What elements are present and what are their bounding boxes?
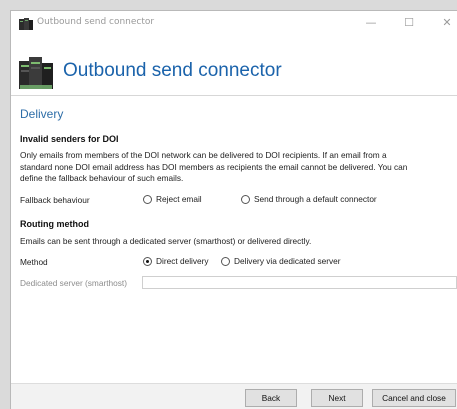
description-line: standard none DOI email address has DOI … [20, 161, 408, 172]
smarthost-label: Dedicated server (smarthost) [20, 278, 127, 288]
radio-indicator [221, 256, 230, 266]
method-label: Method [20, 257, 48, 267]
radio-indicator [241, 194, 250, 204]
connector-window: Outbound send connector — ☐ ✕ Outbound s… [10, 10, 457, 409]
invalid-senders-heading: Invalid senders for DOI [20, 134, 119, 144]
title-bar[interactable]: Outbound send connector — ☐ ✕ [11, 11, 457, 37]
window-title: Outbound send connector [37, 17, 155, 27]
section-title: Delivery [20, 107, 64, 121]
back-button[interactable]: Back [245, 389, 297, 407]
close-icon[interactable]: ✕ [436, 14, 457, 32]
wizard-header: Outbound send connector [11, 38, 457, 93]
wizard-footer: Back Next Cancel and close [11, 383, 457, 409]
default-connector-radio[interactable]: Send through a default connector [241, 194, 377, 204]
radio-label: Delivery via dedicated server [234, 256, 341, 266]
smarthost-input[interactable] [142, 276, 457, 289]
server-rack-icon [17, 55, 55, 93]
reject-email-radio[interactable]: Reject email [143, 194, 202, 204]
maximize-icon[interactable]: ☐ [398, 14, 420, 32]
description-line: Only emails from members of the DOI netw… [20, 150, 387, 160]
radio-indicator [143, 256, 152, 266]
radio-indicator [143, 194, 152, 204]
next-button[interactable]: Next [311, 389, 363, 407]
cancel-and-close-button[interactable]: Cancel and close [372, 389, 456, 407]
description-line: define the fallback behaviour of such em… [20, 173, 184, 183]
fallback-label: Fallback behaviour [20, 195, 90, 205]
radio-label: Send through a default connector [254, 194, 377, 204]
routing-heading: Routing method [20, 219, 89, 229]
direct-delivery-radio[interactable]: Direct delivery [143, 256, 209, 266]
dedicated-server-radio[interactable]: Delivery via dedicated server [221, 256, 341, 266]
invalid-senders-description: Only emails from members of the DOI netw… [20, 150, 452, 185]
header-divider [11, 95, 457, 96]
page-title: Outbound send connector [63, 60, 282, 81]
radio-label: Direct delivery [156, 256, 209, 266]
minimize-icon[interactable]: — [360, 14, 382, 32]
server-rack-icon [18, 16, 34, 30]
routing-description: Emails can be sent through a dedicated s… [20, 236, 312, 246]
radio-label: Reject email [156, 194, 202, 204]
